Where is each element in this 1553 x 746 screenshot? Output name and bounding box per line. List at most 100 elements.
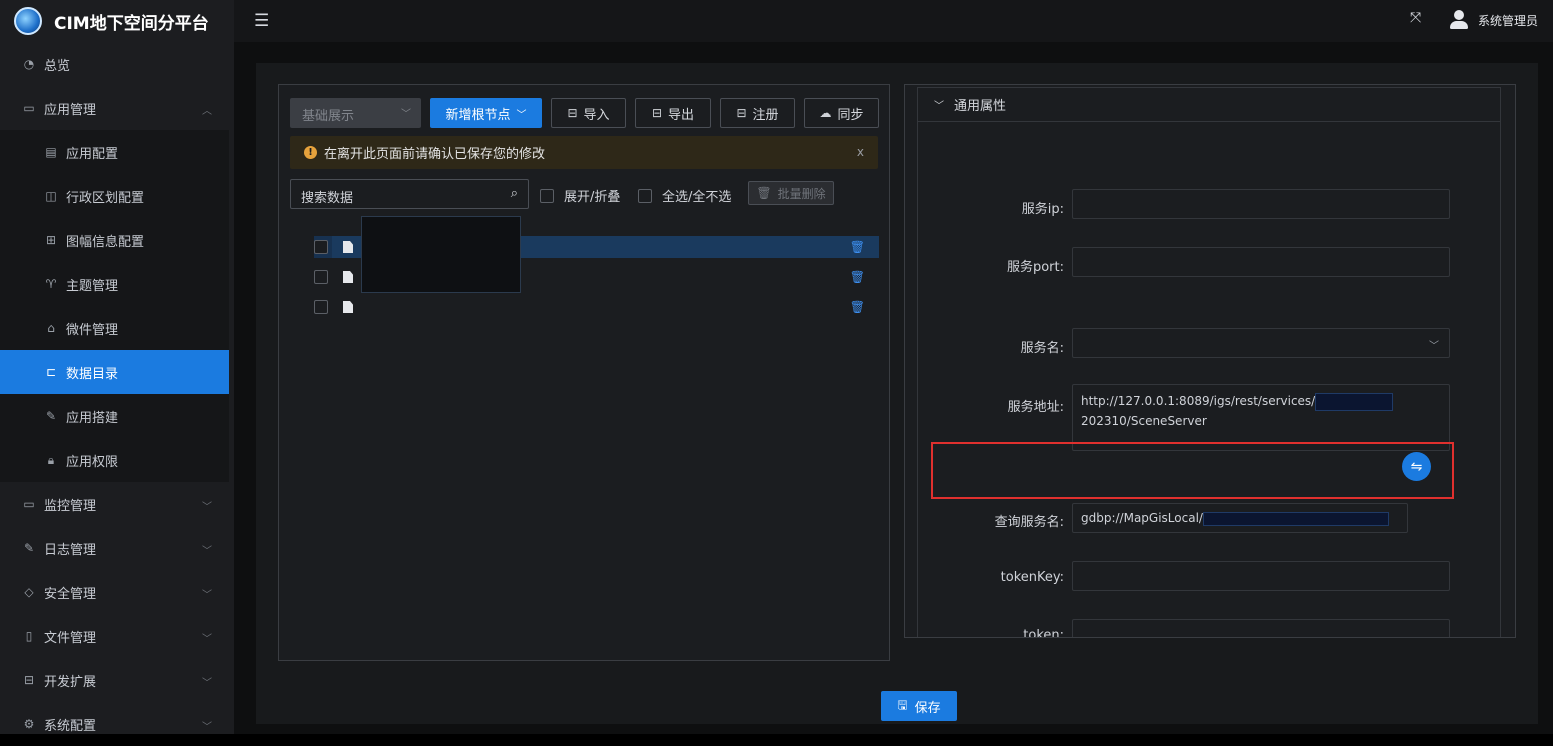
fullscreen-icon[interactable]: ⤧ [1410, 10, 1421, 26]
lock-icon: 🔒︎ [47, 452, 55, 467]
token-input[interactable] [1072, 619, 1450, 637]
chevron-down-icon: ﹀ [202, 502, 212, 513]
file-icon [343, 271, 353, 283]
sidebar-item-monitor[interactable]: ▭ 监控管理 ﹀ [0, 482, 234, 526]
node-checkbox[interactable] [314, 240, 328, 254]
sidebar-item-division-config[interactable]: ◫ 行政区划配置 [0, 174, 229, 218]
query-service-name-label: 查询服务名: [994, 515, 1064, 530]
sidebar-item-dev-ext[interactable]: ⊟ 开发扩展 ﹀ [0, 658, 234, 702]
node-checkbox[interactable] [314, 300, 328, 314]
general-properties-body: 服务ip: 服务port: 服务名: ﹀ 服务地址: http://127.0.… [917, 122, 1501, 638]
delete-icon[interactable]: 🗑︎ [850, 270, 865, 284]
expand-checkbox[interactable] [540, 188, 554, 203]
query-service-name-input[interactable]: gdbp://MapGisLocal/ [1072, 503, 1408, 533]
import-button[interactable]: ⊟ 导入 [551, 98, 626, 128]
import-icon: ⊟ [567, 106, 578, 120]
chevron-down-icon: ﹀ [202, 678, 212, 689]
toolbox-icon: ⊟ [23, 673, 35, 687]
sidebar-item-log[interactable]: ✎ 日志管理 ﹀ [0, 526, 234, 570]
user-name[interactable]: 系统管理员 [1478, 12, 1538, 29]
save-button[interactable]: 🖫 保存 [881, 691, 957, 721]
service-port-label: 服务port: [1006, 260, 1064, 275]
service-name-label: 服务名: [1020, 341, 1064, 356]
chevron-down-icon: ﹀ [202, 722, 212, 733]
file-icon [343, 241, 353, 253]
sidebar-item-overview[interactable]: ◔ 总览 [0, 42, 234, 86]
scheme-select[interactable]: 基础展示 ﹀ [290, 98, 421, 128]
config-icon: ▤ [45, 145, 57, 159]
service-url-textarea[interactable]: http://127.0.0.1:8089/igs/rest/services/… [1072, 384, 1450, 451]
delete-icon[interactable]: 🗑︎ [850, 240, 865, 254]
redacted-region [361, 216, 521, 293]
chevron-down-icon: ﹀ [1429, 341, 1439, 352]
properties-panel: ﹀ 通用属性 服务ip: 服务port: 服务名: ﹀ 服务地址: http://… [904, 84, 1516, 638]
batch-delete-button[interactable]: 🗑︎ 批量删除 [748, 181, 834, 205]
sidebar-item-data-catalog[interactable]: ⊏ 数据目录 [0, 350, 229, 394]
chevron-down-icon: ﹀ [401, 109, 411, 120]
tree-node[interactable]: 🗑︎ [314, 296, 879, 318]
warning-icon: ! [304, 146, 317, 159]
sidebar-item-sys-config[interactable]: ⚙ 系统配置 ﹀ [0, 702, 234, 746]
edit-icon: ✎ [45, 409, 57, 423]
sidebar-item-theme[interactable]: ♈ 主题管理 [0, 262, 229, 306]
dashboard-icon: ◔ [23, 57, 35, 71]
register-icon: ⊟ [736, 106, 747, 120]
service-port-input[interactable] [1072, 247, 1450, 277]
shirt-icon: ♈ [45, 277, 57, 291]
general-properties-header[interactable]: ﹀ 通用属性 [917, 87, 1501, 122]
chevron-down-icon: ﹀ [202, 590, 212, 601]
sidebar-item-app-build[interactable]: ✎ 应用搭建 [0, 394, 229, 438]
columns-icon: ◫ [45, 189, 57, 203]
puzzle-icon: ⌂ [47, 321, 55, 335]
sidebar-item-sheet-config[interactable]: ⊞ 图幅信息配置 [0, 218, 229, 262]
token-key-input[interactable] [1072, 561, 1450, 591]
user-avatar-icon[interactable] [1450, 10, 1468, 29]
add-root-node-button[interactable]: 新增根节点 ﹀ [430, 98, 542, 128]
menu-collapse-icon[interactable]: ☰ [254, 11, 269, 31]
sidebar-item-app-config[interactable]: ▤ 应用配置 [0, 130, 229, 174]
highlight-box [931, 442, 1454, 499]
token-key-label: tokenKey: [1000, 570, 1064, 585]
chevron-down-icon: ﹀ [202, 546, 212, 557]
file-icon [343, 301, 353, 313]
gear-icon: ⚙ [23, 717, 35, 731]
chevron-down-icon: ﹀ [516, 109, 527, 121]
app-logo: CIM地下空间分平台 [0, 0, 234, 42]
sidebar-item-files[interactable]: ▯ 文件管理 ﹀ [0, 614, 234, 658]
chevron-down-icon: ﹀ [202, 634, 212, 645]
sidebar-item-app-management[interactable]: ▭ 应用管理 ︿ [0, 86, 234, 130]
expand-collapse-toggle[interactable]: 展开/折叠 [540, 186, 620, 205]
main-content: 基础展示 ﹀ 新增根节点 ﹀ ⊟ 导入 ⊟ 导出 ⊟ 注册 ☁ 同步 ! 在离开此页面前请确… [234, 42, 1553, 734]
select-all-toggle[interactable]: 全选/全不选 [638, 186, 731, 205]
monitor-icon: ▭ [23, 101, 35, 115]
top-bar: ☰ ⤧ 系统管理员 [234, 0, 1553, 42]
node-checkbox[interactable] [314, 270, 328, 284]
app-management-submenu: ▤ 应用配置 ◫ 行政区划配置 ⊞ 图幅信息配置 ♈ 主题管理 ⌂ 微件管理 ⊏ 数据目录 … [0, 130, 229, 482]
sidebar-item-app-permission[interactable]: 🔒︎ 应用权限 [0, 438, 229, 482]
tree-icon: ⊏ [45, 365, 57, 379]
service-name-select[interactable]: ﹀ [1072, 328, 1450, 358]
select-all-checkbox[interactable] [638, 188, 652, 203]
delete-icon[interactable]: 🗑︎ [850, 300, 865, 314]
service-ip-input[interactable] [1072, 189, 1450, 219]
sidebar-item-security[interactable]: ◇ 安全管理 ﹀ [0, 570, 234, 614]
sidebar-menu: ◔ 总览 ▭ 应用管理 ︿ ▤ 应用配置 ◫ 行政区划配置 ⊞ 图幅信息配置 ♈ 主题管理 ⌂… [0, 42, 234, 746]
sidebar-item-widget[interactable]: ⌂ 微件管理 [0, 306, 229, 350]
token-label: token: [1023, 628, 1064, 638]
logo-icon [14, 7, 42, 35]
export-button[interactable]: ⊟ 导出 [635, 98, 711, 128]
log-icon: ✎ [23, 541, 35, 555]
sidebar: CIM地下空间分平台 ◔ 总览 ▭ 应用管理 ︿ ▤ 应用配置 ◫ 行政区划配置 ⊞ 图幅信… [0, 0, 234, 734]
swap-icon[interactable]: ⇋ [1402, 452, 1431, 481]
service-url-label: 服务地址: [1007, 400, 1064, 415]
close-icon[interactable]: x [857, 145, 864, 159]
data-catalog-card: 基础展示 ﹀ 新增根节点 ﹀ ⊟ 导入 ⊟ 导出 ⊟ 注册 ☁ 同步 ! 在离开此页面前请确… [256, 63, 1538, 724]
tree-search-input[interactable]: 搜索数据 ⌕ [290, 179, 529, 209]
export-icon: ⊟ [651, 106, 663, 120]
grid-icon: ⊞ [45, 233, 57, 247]
redacted-text [1202, 511, 1389, 526]
sync-button[interactable]: ☁ 同步 [804, 98, 879, 128]
chevron-down-icon: ﹀ [934, 101, 944, 112]
register-button[interactable]: ⊟ 注册 [720, 98, 795, 128]
search-icon[interactable]: ⌕ [511, 186, 518, 201]
